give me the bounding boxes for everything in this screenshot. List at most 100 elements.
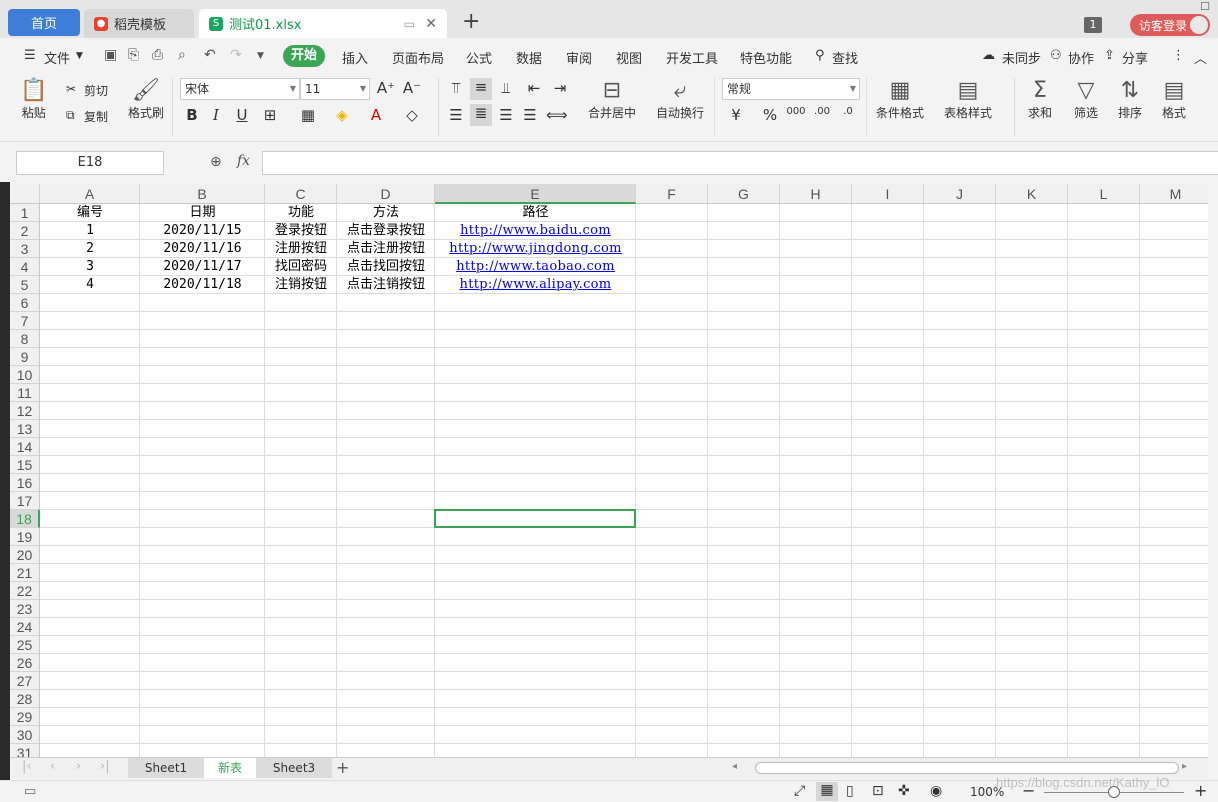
sum-button[interactable]: Σ 求和 [1028, 78, 1052, 121]
sort-button[interactable]: ⇅ 排序 [1118, 78, 1142, 121]
name-box[interactable]: E18 [16, 151, 164, 175]
hyperlink[interactable]: http://www.taobao.com [456, 259, 615, 274]
currency-icon[interactable]: ¥ [726, 106, 746, 124]
table-cell[interactable]: http://www.jingdong.com [435, 240, 636, 258]
decrease-decimal-icon[interactable]: .0 [838, 106, 858, 117]
save-icon[interactable]: ▣ [104, 47, 117, 63]
window-count-badge[interactable]: 1 [1084, 17, 1102, 33]
table-cell[interactable]: 1 [40, 222, 140, 240]
merge-center-button[interactable]: ⊟ 合并居中 [588, 78, 636, 121]
row-header[interactable]: 13 [10, 420, 40, 438]
row-header[interactable]: 27 [10, 672, 40, 690]
decrease-font-icon[interactable]: A⁻ [402, 79, 422, 97]
format-button[interactable]: ▤ 格式 [1162, 78, 1186, 121]
share-button[interactable]: 分享 [1122, 48, 1148, 67]
tab-developer[interactable]: 开发工具 [666, 48, 718, 67]
table-cell[interactable]: http://www.baidu.com [435, 222, 636, 240]
tab-features[interactable]: 特色功能 [740, 48, 792, 67]
row-header[interactable]: 1 [10, 204, 40, 222]
percent-icon[interactable]: % [760, 106, 780, 124]
row-header[interactable]: 30 [10, 726, 40, 744]
fullscreen-icon[interactable]: ⤢ [794, 783, 805, 799]
filter-button[interactable]: ▽ 筛选 [1074, 78, 1098, 121]
column-header[interactable]: E [435, 184, 636, 204]
spreadsheet-grid[interactable]: A B C D E F G H I J K L M 1 2 3 4 5 6 7 8 9 10 11 12 13 14 15 16 17 18… [10, 184, 1208, 757]
quick-access-more-icon[interactable]: ▼ [257, 51, 264, 61]
align-center-icon[interactable]: ≣ [470, 104, 492, 126]
align-right-icon[interactable]: ☰ [496, 106, 516, 124]
table-cell[interactable]: 点击找回按钮 [337, 258, 435, 276]
scroll-right-icon[interactable]: ▸ [1182, 761, 1187, 772]
tab-file[interactable]: S 测试01.xlsx ▭ ✕ [199, 9, 447, 38]
table-cell[interactable]: 点击注册按钮 [337, 240, 435, 258]
align-left-icon[interactable]: ☰ [446, 106, 466, 124]
italic-icon[interactable]: I [206, 106, 226, 124]
table-cell[interactable]: 注册按钮 [265, 240, 337, 258]
column-header[interactable]: I [852, 184, 924, 204]
row-header[interactable]: 16 [10, 474, 40, 492]
next-sheet-icon[interactable]: › [76, 759, 81, 774]
menu-file[interactable]: 文件 [44, 48, 70, 67]
thousands-icon[interactable]: 000 [786, 106, 806, 117]
table-cell[interactable]: 编号 [40, 204, 140, 222]
tab-kaishi[interactable]: 开始 [283, 45, 325, 67]
table-cell[interactable]: 3 [40, 258, 140, 276]
column-header[interactable]: C [265, 184, 337, 204]
redo-icon[interactable]: ↷ [230, 47, 242, 63]
row-header[interactable]: 12 [10, 402, 40, 420]
conditional-format-button[interactable]: ▦ 条件格式 [876, 78, 924, 121]
undo-icon[interactable]: ↶ [204, 47, 216, 63]
sheet-tab-1[interactable]: Sheet1 [128, 758, 204, 778]
fx-icon[interactable]: fx [237, 153, 250, 169]
chevron-down-icon[interactable]: ▼ [76, 51, 83, 61]
first-sheet-icon[interactable]: |‹ [22, 759, 32, 774]
table-cell[interactable]: 点击注销按钮 [337, 276, 435, 294]
table-cell[interactable]: 路径 [435, 204, 636, 222]
table-cell[interactable]: 2020/11/16 [140, 240, 265, 258]
row-header[interactable]: 28 [10, 690, 40, 708]
increase-decimal-icon[interactable]: .00 [812, 106, 832, 117]
row-header[interactable]: 5 [10, 276, 40, 294]
row-header[interactable]: 9 [10, 348, 40, 366]
zoom-search-icon[interactable]: ⊕ [210, 154, 222, 170]
align-top-icon[interactable]: ⫪ [446, 79, 466, 97]
row-header[interactable]: 10 [10, 366, 40, 384]
distribute-icon[interactable]: ⟺ [546, 106, 568, 124]
last-sheet-icon[interactable]: ›| [100, 759, 110, 774]
copy-button[interactable]: 复制 [84, 108, 108, 125]
row-header[interactable]: 29 [10, 708, 40, 726]
column-header[interactable]: B [140, 184, 265, 204]
tab-formula[interactable]: 公式 [466, 48, 492, 67]
table-cell[interactable]: 找回密码 [265, 258, 337, 276]
column-header[interactable]: F [636, 184, 708, 204]
justify-icon[interactable]: ☰ [520, 106, 540, 124]
align-bottom-icon[interactable]: ⫫ [496, 79, 516, 97]
tab-data[interactable]: 数据 [516, 48, 542, 67]
cell-style-icon[interactable]: ▦ [298, 106, 318, 124]
align-middle-icon[interactable]: ≡ [470, 78, 492, 100]
macro-icon[interactable]: ▭ [24, 784, 36, 799]
selected-cell[interactable] [434, 509, 636, 528]
page-view-icon[interactable]: ▯ [846, 783, 854, 799]
scroll-left-icon[interactable]: ◂ [732, 761, 737, 772]
eye-protection-icon[interactable]: ◉ [930, 783, 942, 799]
column-header[interactable]: J [924, 184, 996, 204]
row-header[interactable]: 4 [10, 258, 40, 276]
zoom-in-icon[interactable]: + [1194, 781, 1207, 800]
paste-button[interactable]: 📋 粘贴 [20, 78, 47, 121]
maximize-icon[interactable]: ☐ [1200, 0, 1210, 13]
table-cell[interactable]: 2020/11/17 [140, 258, 265, 276]
formula-input[interactable] [262, 151, 1218, 175]
cut-button[interactable]: 剪切 [84, 82, 108, 99]
table-cell[interactable]: 2020/11/18 [140, 276, 265, 294]
visitor-login-button[interactable]: 访客登录 [1130, 14, 1210, 36]
font-size-select[interactable]: 11 ▼ [300, 78, 370, 100]
column-header[interactable]: A [40, 184, 140, 204]
hyperlink[interactable]: http://www.jingdong.com [449, 241, 621, 256]
row-header[interactable]: 24 [10, 618, 40, 636]
indent-decrease-icon[interactable]: ⇤ [524, 79, 544, 97]
column-header[interactable]: G [708, 184, 780, 204]
table-cell[interactable]: 4 [40, 276, 140, 294]
sync-status[interactable]: 未同步 [1002, 48, 1041, 67]
table-cell[interactable]: 2020/11/15 [140, 222, 265, 240]
